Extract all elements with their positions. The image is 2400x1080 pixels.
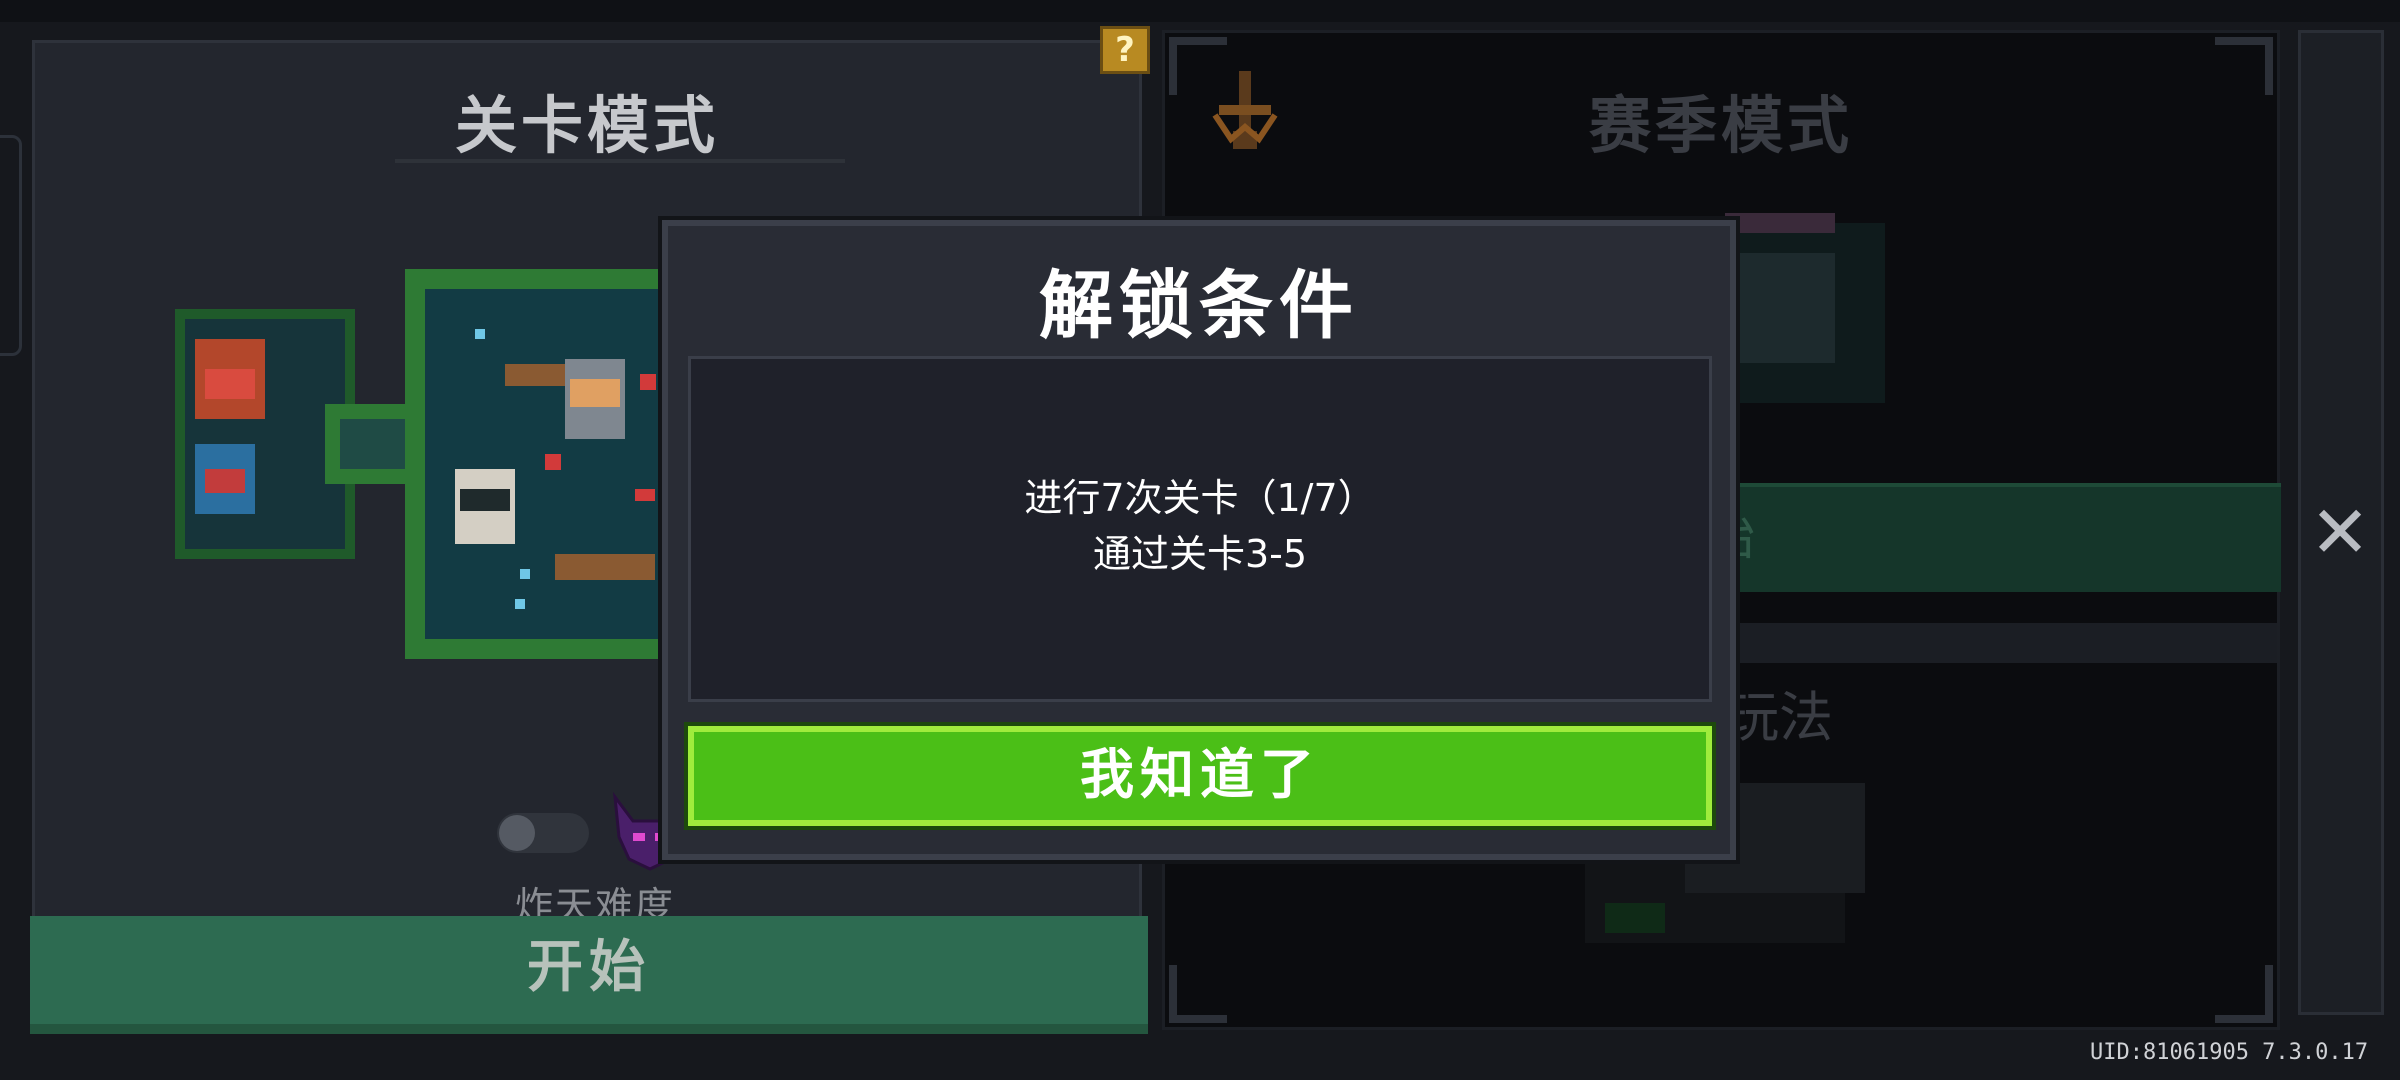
hard-mode-toggle[interactable] [497,813,589,853]
conditions-box: 进行7次关卡（1/7） 通过关卡3-5 [688,356,1712,702]
top-strip [0,0,2400,22]
corner-decoration [2215,965,2273,1023]
uid-version-label: UID:81061905 7.3.0.17 [2090,1040,2369,1065]
level-mode-start-button[interactable]: 开始 [30,916,1148,1034]
condition-text: 进行7次关卡（1/7） [1024,476,1376,520]
close-icon[interactable]: ✕ [2308,496,2372,568]
season-mode-title: 赛季模式 [1588,89,1853,162]
hard-mode-toggle-knob [499,815,535,851]
title-underline [395,159,845,163]
corner-decoration [1169,965,1227,1023]
level-mode-title: 关卡模式 [454,89,719,162]
level-map-illustration [175,269,735,659]
help-icon[interactable]: ? [1100,26,1150,74]
dialog-title: 解锁条件 [1039,263,1359,349]
other-mode-title: 玩法 [1725,686,1833,749]
got-it-button[interactable]: 我知道了 [688,726,1712,826]
left-edge-tab[interactable] [0,135,22,356]
condition-text: 通过关卡3-5 [1092,532,1308,576]
unlock-conditions-dialog: 解锁条件 进行7次关卡（1/7） 通过关卡3-5 我知道了 [662,220,1736,860]
